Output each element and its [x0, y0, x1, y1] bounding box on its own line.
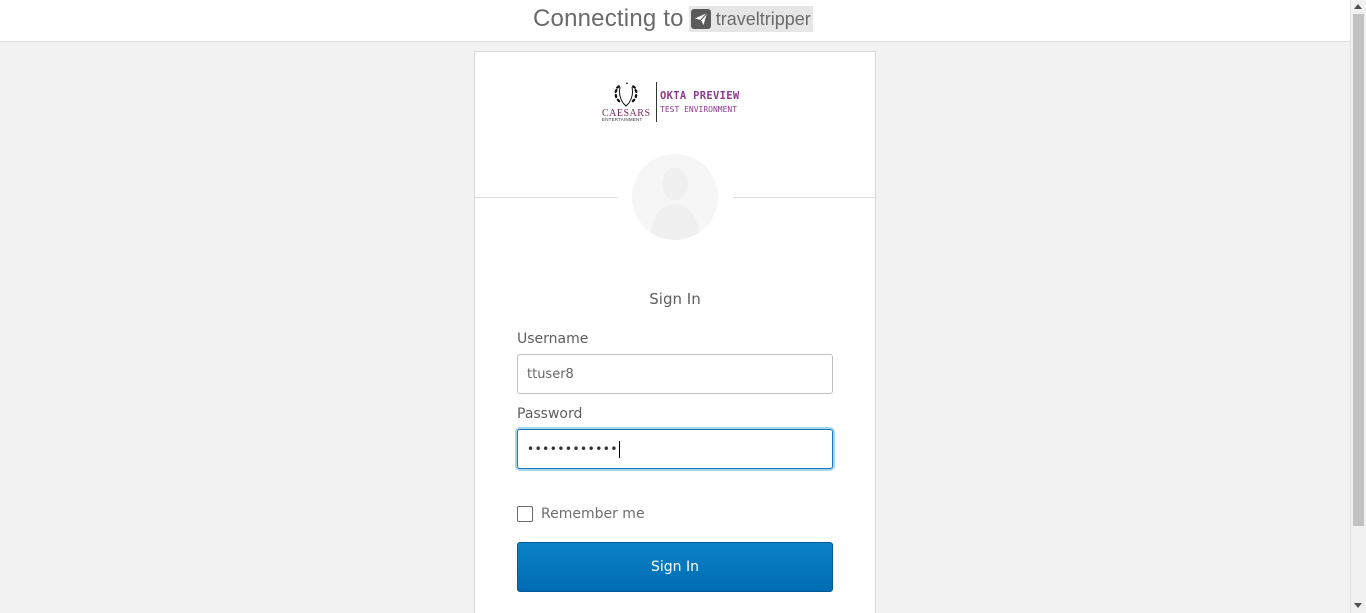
username-value: ttuser8	[527, 366, 574, 382]
vertical-scrollbar[interactable]	[1350, 0, 1366, 613]
user-avatar-icon	[632, 154, 718, 240]
laurel-wreath-icon	[614, 82, 638, 107]
remember-me-row[interactable]: Remember me	[517, 506, 645, 522]
environment-title: OKTA PREVIEW	[660, 90, 740, 102]
brand-logo: traveltripper	[688, 6, 813, 32]
username-label: Username	[517, 331, 589, 347]
scroll-thumb[interactable]	[1353, 14, 1364, 526]
remember-me-label[interactable]: Remember me	[541, 506, 645, 522]
environment-subtitle: TEST ENVIRONMENT	[660, 105, 738, 114]
connecting-text: Connecting to	[533, 5, 684, 32]
sign-in-card: CAESARS ENTERTAINMENT OKTA PREVIEW TEST …	[474, 51, 876, 613]
logo-company-sub: ENTERTAINMENT	[602, 117, 643, 122]
avatar	[617, 154, 733, 240]
sign-in-button[interactable]: Sign In	[517, 542, 833, 592]
brand-name: traveltripper	[715, 8, 811, 29]
scroll-down-arrow-icon[interactable]	[1354, 603, 1362, 608]
form-title: Sign In	[649, 290, 701, 308]
scroll-up-arrow-icon[interactable]	[1354, 4, 1362, 9]
logo-divider	[656, 82, 657, 122]
password-input[interactable]: ••••••••••••	[517, 429, 833, 469]
username-input[interactable]: ttuser8	[517, 354, 833, 394]
connecting-banner: Connecting to traveltripper	[533, 5, 813, 33]
person-silhouette-icon	[650, 168, 700, 240]
org-logo: CAESARS ENTERTAINMENT OKTA PREVIEW TEST …	[601, 81, 751, 123]
top-bar: Connecting to traveltripper	[0, 0, 1350, 42]
paper-plane-icon	[690, 9, 711, 29]
password-value: ••••••••••••	[527, 442, 618, 456]
password-label: Password	[517, 406, 583, 422]
remember-me-checkbox[interactable]	[517, 506, 533, 522]
text-caret	[618, 440, 620, 458]
